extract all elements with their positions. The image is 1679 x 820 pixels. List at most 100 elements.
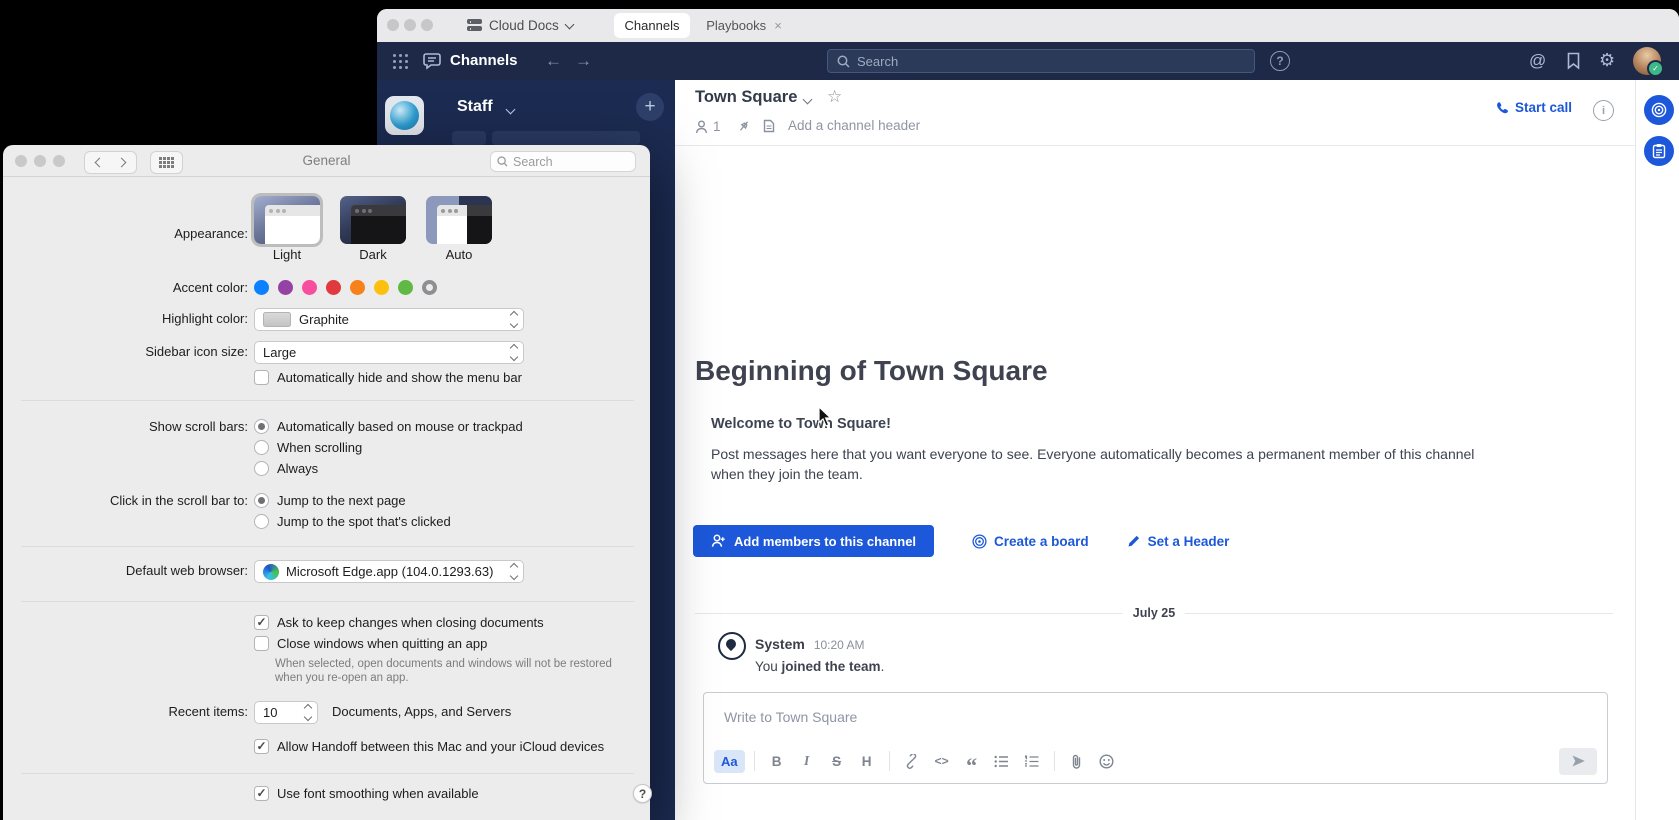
radio-selected[interactable] [254,493,269,508]
settings-gear-icon[interactable]: ⚙ [1599,50,1615,71]
product-grid-icon[interactable] [393,54,396,57]
close-windows-checkbox-row[interactable]: Close windows when quitting an app [254,636,487,651]
add-channel-button[interactable]: + [636,93,664,121]
accent-yellow[interactable] [374,280,389,295]
appearance-option-dark[interactable] [340,196,406,244]
tab-playbooks[interactable]: Playbooks × [699,13,789,38]
app-bar [1635,80,1679,820]
playbooks-app-icon[interactable] [1644,136,1674,166]
post-header: System 10:20 AM [755,636,865,652]
checkbox-unchecked[interactable] [254,636,269,651]
accent-green[interactable] [398,280,413,295]
history-forward-icon[interactable]: → [575,52,592,69]
sidebar-icon-size-select[interactable]: Large [254,341,524,364]
channel-menu-chevron-icon[interactable] [803,95,813,105]
accent-color-dots [254,280,437,295]
scrollbar-radio-when-scrolling[interactable]: When scrolling [254,440,362,455]
channel-info-icon[interactable]: i [1593,100,1614,121]
members-icon[interactable] [695,120,708,134]
keep-changes-checkbox-row[interactable]: ✓ Ask to keep changes when closing docum… [254,615,544,630]
search-placeholder: Search [857,54,898,69]
zoom-window-button[interactable] [421,19,433,31]
saved-posts-icon[interactable] [1566,52,1581,70]
at-mentions-icon[interactable]: @ [1529,51,1546,71]
recent-items-label: Recent items: [169,704,248,719]
team-icon[interactable] [385,96,424,135]
post-timestamp[interactable]: 10:20 AM [814,638,865,652]
scrollbar-click-spot[interactable]: Jump to the spot that's clicked [254,514,451,529]
channels-product-icon [423,52,442,70]
attachment-paperclip-icon[interactable] [1064,748,1090,774]
radio-unselected[interactable] [254,461,269,476]
recent-items-select[interactable]: 10 [254,701,318,724]
create-board-button[interactable]: Create a board [972,534,1089,549]
set-header-button[interactable]: Set a Header [1127,534,1230,549]
tab-channels[interactable]: Channels [614,13,690,38]
checkbox-checked[interactable]: ✓ [254,786,269,801]
start-call-button[interactable]: Start call [1495,100,1572,115]
strikethrough-icon[interactable]: S [824,748,850,774]
appearance-option-light[interactable] [254,196,320,244]
channel-name[interactable]: Town Square [695,88,797,107]
accent-graphite-selected[interactable] [422,280,437,295]
user-avatar[interactable]: ✓ [1633,47,1661,75]
accent-purple[interactable] [278,280,293,295]
highlight-color-select[interactable]: Graphite [254,308,524,331]
add-members-button[interactable]: Add members to this channel [693,525,934,557]
italic-icon[interactable]: I [794,748,820,774]
welcome-heading: Welcome to Town Square! [711,416,891,432]
workspace-switcher[interactable]: Cloud Docs [467,9,573,42]
team-name[interactable]: Staff [457,98,493,116]
bold-icon[interactable]: B [764,748,790,774]
sidebar-filter-chip[interactable] [452,131,486,145]
scrollbar-click-next-page[interactable]: Jump to the next page [254,493,406,508]
appearance-auto-label: Auto [426,247,492,262]
appearance-label: Appearance: [174,226,248,241]
minimize-window-button[interactable] [404,19,416,31]
history-back-icon[interactable]: ← [545,52,562,69]
accent-blue[interactable] [254,280,269,295]
checkbox-unchecked[interactable] [254,370,269,385]
menubar-checkbox-row[interactable]: Automatically hide and show the menu bar [254,370,522,385]
send-button[interactable] [1559,748,1597,775]
scrollbar-radio-auto[interactable]: Automatically based on mouse or trackpad [254,419,523,434]
radio-selected[interactable] [254,419,269,434]
emoji-icon[interactable] [1094,748,1120,774]
radio-unselected[interactable] [254,514,269,529]
sidebar-search-chip[interactable] [492,131,640,145]
checkbox-checked[interactable]: ✓ [254,739,269,754]
prefs-search-field[interactable]: Search [490,151,636,172]
default-browser-select[interactable]: Microsoft Edge.app (104.0.1293.63) [254,560,524,583]
numbered-list-icon[interactable] [1019,748,1045,774]
message-composer[interactable]: Write to Town Square Aa B I S H <> “ [703,692,1608,784]
quote-icon[interactable]: “ [959,743,985,779]
bullet-list-icon[interactable] [989,748,1015,774]
appearance-option-auto[interactable] [426,196,492,244]
help-icon[interactable]: ? [1270,51,1290,71]
font-smoothing-checkbox-row[interactable]: ✓ Use font smoothing when available [254,786,479,801]
accent-orange[interactable] [350,280,365,295]
accent-red[interactable] [326,280,341,295]
formatting-toggle-button[interactable]: Aa [714,750,745,773]
handoff-checkbox-row[interactable]: ✓ Allow Handoff between this Mac and you… [254,739,604,754]
date-divider-label[interactable]: July 25 [1123,604,1185,622]
scrollbar-radio-always[interactable]: Always [254,461,318,476]
channel-files-icon[interactable] [763,119,775,133]
code-icon[interactable]: <> [929,748,955,774]
favorite-star-icon[interactable]: ☆ [827,87,842,107]
link-icon[interactable] [899,748,925,774]
close-tab-icon[interactable]: × [774,18,782,33]
team-menu-chevron-icon[interactable] [506,105,516,115]
checkbox-checked[interactable]: ✓ [254,615,269,630]
help-question-button[interactable]: ? [633,784,652,803]
heading-icon[interactable]: H [854,748,880,774]
search-input[interactable]: Search [827,49,1255,73]
radio-unselected[interactable] [254,440,269,455]
channel-header-placeholder[interactable]: Add a channel header [788,118,920,133]
boards-app-icon[interactable] [1644,95,1674,125]
close-window-button[interactable] [387,19,399,31]
pinned-posts-icon[interactable] [737,119,751,133]
accent-pink[interactable] [302,280,317,295]
post-author[interactable]: System [755,636,805,652]
member-count[interactable]: 1 [713,119,721,134]
